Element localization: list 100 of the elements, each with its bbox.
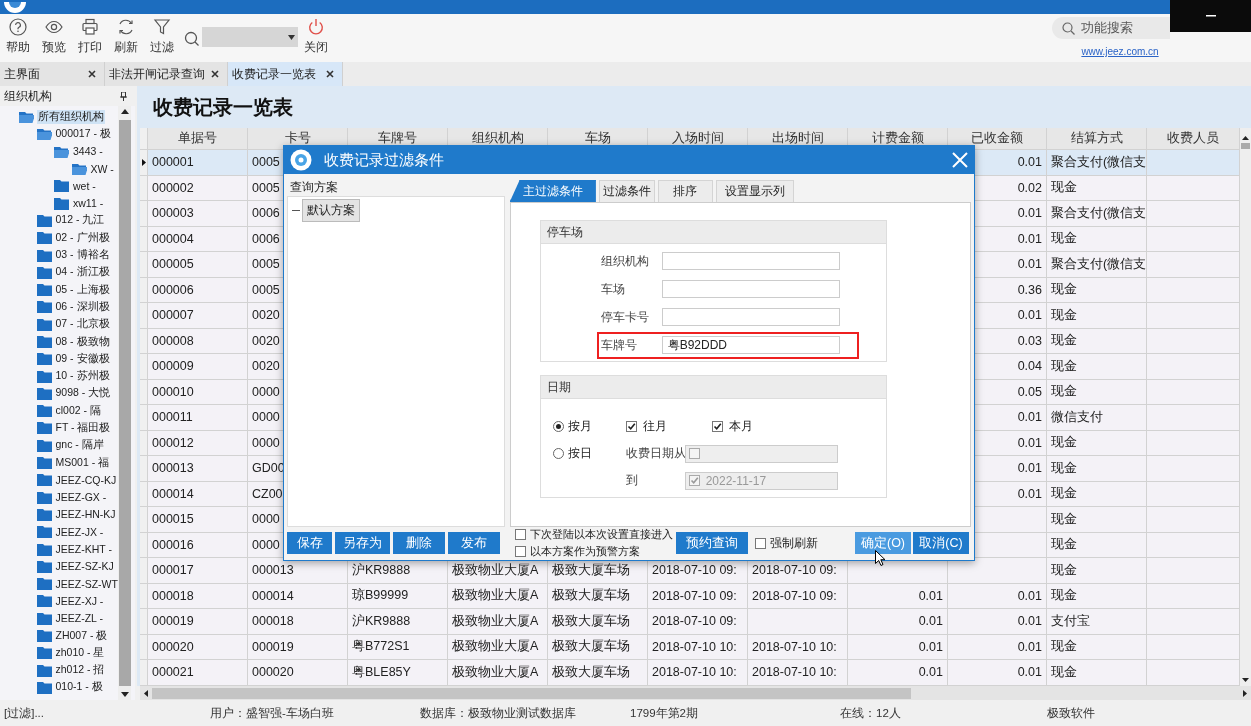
tree-item[interactable]: JEEZ-XJ - [0,592,118,610]
input-field[interactable]: 粤B92DDD [661,336,840,354]
tree-item[interactable]: 04 - 浙江极 [0,263,118,281]
tree-item[interactable]: zh010 - 星 [0,644,118,662]
scrollbar[interactable] [1240,128,1251,686]
tree-item[interactable]: 010-1 - 极 [0,678,118,697]
scroll-up-icon[interactable] [120,109,129,114]
action-button[interactable]: 发布 [448,532,500,554]
tree-item[interactable]: 06 - 深圳极 [0,298,118,316]
tab-label: 主界面 [4,65,40,83]
tree-item[interactable]: 所有组织机构 [0,108,118,126]
table-row[interactable]: 000018 000014 琼B99999 极致物业大厦A 极致大厦车场 2018-07-10 09: 2018-07-10 09: 0.01 0.01 现金 [140,583,1240,609]
checkbox[interactable] [515,529,526,540]
minimize-icon[interactable] [1205,15,1216,17]
tab[interactable]: 排序 [657,180,713,202]
website-link[interactable]: www.jeez.com.cn [1081,46,1159,57]
tree-item[interactable]: 000017 - 极 [0,125,118,143]
tree-item[interactable]: JEEZ-ZL - [0,609,118,627]
help-button[interactable]: 帮助 [0,14,36,58]
checkbox[interactable] [711,421,723,432]
tree-item[interactable]: FT - 福田极 [0,419,118,437]
checkbox[interactable] [515,546,526,557]
table-cell: 极致物业大厦A [452,612,539,630]
scroll-left-icon[interactable] [144,689,148,697]
table-row[interactable]: 000019 000018 沪KR9888 极致物业大厦A 极致大厦车场 2018-07-10 09: 0.01 0.01 支付宝 [140,609,1240,635]
tree-item[interactable]: wet - [0,177,118,195]
close-icon[interactable] [211,70,219,78]
tree-item[interactable]: JEEZ-KHT - [0,540,118,558]
scroll-thumb[interactable] [152,687,911,699]
tree-item[interactable]: 09 - 安徽极 [0,350,118,368]
close-button[interactable]: 关闭 [298,14,334,58]
tab[interactable]: 非法开闸记录查询 [105,62,228,86]
tree-item[interactable]: 07 - 北京极 [0,315,118,333]
scheme-item[interactable]: 默认方案 [302,199,360,222]
print-button[interactable]: 打印 [72,14,108,58]
page-title: 收费记录一览表 [137,86,1251,128]
input-field[interactable] [661,280,840,298]
scroll-down-icon[interactable] [1242,678,1249,682]
action-button[interactable]: 另存为 [335,532,390,554]
table-cell: 0000 [252,537,280,552]
tree-item[interactable]: zh012 - 招 [0,661,118,679]
tree-item[interactable]: xw11 - [0,194,118,212]
refresh-button[interactable]: 刷新 [108,14,144,58]
tree-item[interactable]: 9098 - 大悦 [0,384,118,403]
tree-item[interactable]: JEEZ-HN-KJ [0,505,118,524]
table-cell: 000013 [252,563,294,578]
action-button[interactable]: 保存 [287,532,332,554]
tree-item[interactable]: 03 - 博裕名 [0,246,118,264]
search-field[interactable]: 功能搜索 [1052,17,1170,39]
tree-item[interactable]: 012 - 九江 [0,211,118,230]
scrollbar[interactable] [140,686,1251,700]
folder-icon [36,421,52,435]
input-field[interactable] [661,308,840,326]
pin-icon[interactable] [120,91,127,101]
table-row[interactable]: 000021 000020 粤BLE85Y 极致物业大厦A 极致大厦车场 2018-07-10 10: 2018-07-10 10: 0.01 0.01 现金 [140,660,1240,686]
table-cell: 2018-07-10 10: [652,639,737,654]
table-cell: 2018-07-10 09: [752,563,837,578]
tree-item[interactable]: 3443 - [0,142,118,160]
checkbox[interactable] [755,537,766,549]
reserve-query-button[interactable]: 预约查询 [676,532,748,554]
tree-item[interactable]: JEEZ-GX - [0,488,118,506]
close-icon[interactable] [326,70,334,78]
checkbox[interactable] [625,421,637,432]
action-button[interactable]: 删除 [393,532,445,554]
table-cell: 0.01 [1017,435,1042,450]
filter-button[interactable]: 过滤 [144,14,180,58]
tree-item[interactable]: gnc - 隔岸 [0,436,118,454]
tab[interactable]: 主过滤条件 [509,180,596,202]
group-title: 日期 [540,376,886,399]
table-row[interactable]: 000020 000019 粤B772S1 极致物业大厦A 极致大厦车场 2018-07-10 10: 2018-07-10 10: 0.01 0.01 现金 [140,634,1240,660]
tree-item[interactable]: JEEZ-JX - [0,523,118,541]
preview-button[interactable]: 预览 [36,14,72,58]
tab[interactable]: 收费记录一览表 [228,62,343,86]
scroll-up-icon[interactable] [1242,136,1249,140]
tree-item[interactable]: cl002 - 隔 [0,402,118,420]
table-cell: 极致物业大厦A [452,587,539,605]
tree-item[interactable]: XW - [0,159,118,178]
radio-button[interactable] [552,421,564,432]
field-label: 停车卡号 [600,308,650,326]
scroll-right-icon[interactable] [1243,689,1247,697]
scroll-down-icon[interactable] [120,692,129,697]
tree-item[interactable]: 08 - 极致物 [0,332,118,351]
search-icon [1062,21,1075,35]
tree-item[interactable]: 02 - 广州极 [0,229,118,247]
folder-icon [36,352,52,366]
tree-item[interactable]: ZH007 - 极 [0,626,118,645]
tree-item[interactable]: JEEZ-SZ-KJ [0,557,118,575]
close-icon[interactable] [88,70,96,78]
tab[interactable]: 过滤条件 [598,180,655,202]
tree-item[interactable]: JEEZ-SZ-WT [0,575,118,593]
tree-item[interactable]: MS001 - 福 [0,453,118,472]
tab[interactable]: 主界面 [0,62,105,86]
tab[interactable]: 设置显示列 [715,180,794,202]
radio-button[interactable] [552,448,564,459]
cancel-button[interactable]: 取消(C) [913,532,969,554]
input-field[interactable] [661,252,840,270]
scroll-thumb[interactable] [1241,143,1250,149]
tree-item[interactable]: 05 - 上海极 [0,280,118,299]
tree-item[interactable]: JEEZ-CQ-KJ [0,471,118,489]
tree-item[interactable]: 10 - 苏州极 [0,367,118,385]
